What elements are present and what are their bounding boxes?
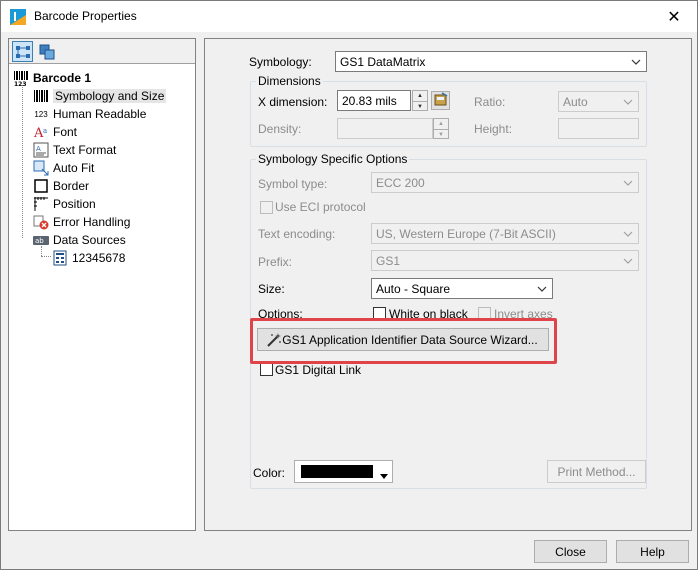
- properties-panel: Symbology: GS1 DataMatrix Dimensions X d…: [204, 38, 692, 531]
- x-dimension-spinner[interactable]: ▲ ▼: [412, 90, 428, 111]
- tree-item-label: Auto Fit: [53, 161, 95, 175]
- density-label: Density:: [258, 122, 302, 136]
- error-icon: [33, 214, 49, 230]
- eci-checkbox[interactable]: [260, 201, 273, 214]
- text-encoding-label: Text encoding:: [258, 227, 336, 241]
- auto-fit-icon: [33, 160, 49, 176]
- tree-item-label: 12345678: [72, 251, 126, 265]
- ratio-label: Ratio:: [474, 95, 506, 109]
- ratio-select[interactable]: Auto: [558, 91, 639, 112]
- chevron-down-icon: [622, 254, 634, 268]
- chevron-down-icon: [622, 227, 634, 241]
- text-encoding-value: US, Western Europe (7-Bit ASCII): [376, 226, 556, 241]
- tree-item-error-handling[interactable]: Error Handling: [33, 213, 130, 231]
- data-grid-icon: [52, 250, 68, 266]
- density-spinner[interactable]: ▲ ▼: [433, 118, 449, 139]
- tree-item-data-source-value[interactable]: 12345678: [52, 249, 125, 267]
- symbology-select[interactable]: GS1 DataMatrix: [335, 51, 647, 72]
- size-value: Auto - Square: [376, 281, 451, 296]
- svg-text:a: a: [43, 127, 47, 135]
- print-method-button[interactable]: Print Method...: [547, 460, 646, 483]
- close-button[interactable]: Close: [534, 540, 607, 563]
- tree-item-position[interactable]: Position: [33, 195, 96, 213]
- tree-item-symbology[interactable]: Symbology and Size: [33, 87, 167, 105]
- tree-item-text-format[interactable]: A Text Format: [33, 141, 116, 159]
- window-title: Barcode Properties: [34, 9, 137, 23]
- prefix-value: GS1: [376, 253, 401, 268]
- eci-label: Use ECI protocol: [275, 200, 366, 214]
- x-dimension-input[interactable]: 20.83 mils: [337, 90, 411, 111]
- barcode-icon: 123: [13, 70, 29, 86]
- tree-item-label: Data Sources: [53, 233, 126, 247]
- prefix-select[interactable]: GS1: [371, 250, 639, 271]
- properties-tree-panel: 123 Barcode 1 Symbology and Size 123 Hum…: [8, 38, 196, 531]
- tree-item-label: Border: [53, 179, 90, 193]
- tree-root-barcode[interactable]: 123 Barcode 1: [13, 69, 91, 87]
- color-picker[interactable]: [294, 460, 393, 483]
- help-button[interactable]: Help: [616, 540, 689, 563]
- app-icon: [10, 9, 26, 25]
- svg-text:ab: ab: [35, 237, 44, 245]
- chevron-down-icon: [630, 55, 642, 69]
- svg-text:123: 123: [14, 81, 27, 86]
- tree-item-label: Error Handling: [53, 215, 131, 229]
- tree-view-icon[interactable]: [12, 41, 33, 62]
- dimensions-title: Dimensions: [256, 74, 323, 88]
- ratio-value: Auto: [563, 94, 588, 109]
- tree-item-label: Font: [53, 125, 78, 139]
- symbology-options-title: Symbology Specific Options: [256, 152, 410, 166]
- x-dimension-value: 20.83 mils: [342, 93, 397, 108]
- height-label: Height:: [474, 122, 513, 136]
- symbology-label: Symbology:: [249, 55, 312, 69]
- close-button-label: Close: [555, 544, 586, 559]
- color-swatch: [301, 465, 373, 478]
- chevron-down-icon: [622, 176, 634, 190]
- data-sources-icon: ab: [33, 232, 49, 248]
- tree-item-human-readable[interactable]: 123 Human Readable: [33, 105, 146, 123]
- border-icon: [33, 178, 49, 194]
- color-label: Color:: [253, 466, 286, 480]
- svg-text:A: A: [36, 145, 41, 153]
- prefix-label: Prefix:: [258, 255, 293, 269]
- tree-item-label: Human Readable: [53, 107, 147, 121]
- tree-item-font[interactable]: A a Font: [33, 123, 77, 141]
- calculator-icon: [434, 92, 448, 109]
- height-input[interactable]: [558, 118, 639, 139]
- barcode-properties-dialog: Barcode Properties ✕ 123 Barcode 1 Symbo…: [0, 0, 698, 570]
- symbology-value: GS1 DataMatrix: [340, 54, 426, 69]
- barcode-icon: [33, 88, 49, 104]
- close-window-button[interactable]: ✕: [651, 1, 697, 32]
- font-icon: A a: [33, 124, 49, 140]
- text-format-icon: A: [33, 142, 49, 158]
- size-select[interactable]: Auto - Square: [371, 278, 553, 299]
- tree-toolbar: [9, 39, 195, 64]
- tree-item-label: Text Format: [53, 143, 117, 157]
- tree-root-label: Barcode 1: [33, 71, 92, 85]
- position-icon: [33, 196, 49, 212]
- symbol-type-select[interactable]: ECC 200: [371, 172, 639, 193]
- chevron-down-icon: [536, 282, 548, 296]
- gs1-digital-link-label: GS1 Digital Link: [275, 363, 362, 377]
- tree-item-label: Position: [53, 197, 96, 211]
- title-bar: Barcode Properties ✕: [1, 1, 697, 32]
- tree-item-data-sources[interactable]: ab Data Sources: [33, 231, 126, 249]
- numbers-icon: 123: [34, 109, 48, 119]
- chevron-down-icon: [380, 468, 388, 482]
- symbol-type-value: ECC 200: [376, 175, 425, 190]
- x-dimension-label: X dimension:: [258, 95, 328, 109]
- tree-item-auto-fit[interactable]: Auto Fit: [33, 159, 94, 177]
- chevron-down-icon: [622, 95, 634, 109]
- tree-item-label: Symbology and Size: [53, 89, 167, 103]
- calculator-button[interactable]: [431, 91, 450, 110]
- layers-icon[interactable]: [36, 41, 57, 62]
- symbol-type-label: Symbol type:: [258, 177, 328, 191]
- highlight-box: [250, 318, 557, 364]
- text-encoding-select[interactable]: US, Western Europe (7-Bit ASCII): [371, 223, 639, 244]
- density-input[interactable]: [337, 118, 433, 139]
- size-label: Size:: [258, 282, 285, 296]
- tree-item-border[interactable]: Border: [33, 177, 89, 195]
- help-button-label: Help: [640, 544, 665, 559]
- print-method-label: Print Method...: [557, 464, 636, 479]
- gs1-digital-link-checkbox[interactable]: [260, 363, 273, 376]
